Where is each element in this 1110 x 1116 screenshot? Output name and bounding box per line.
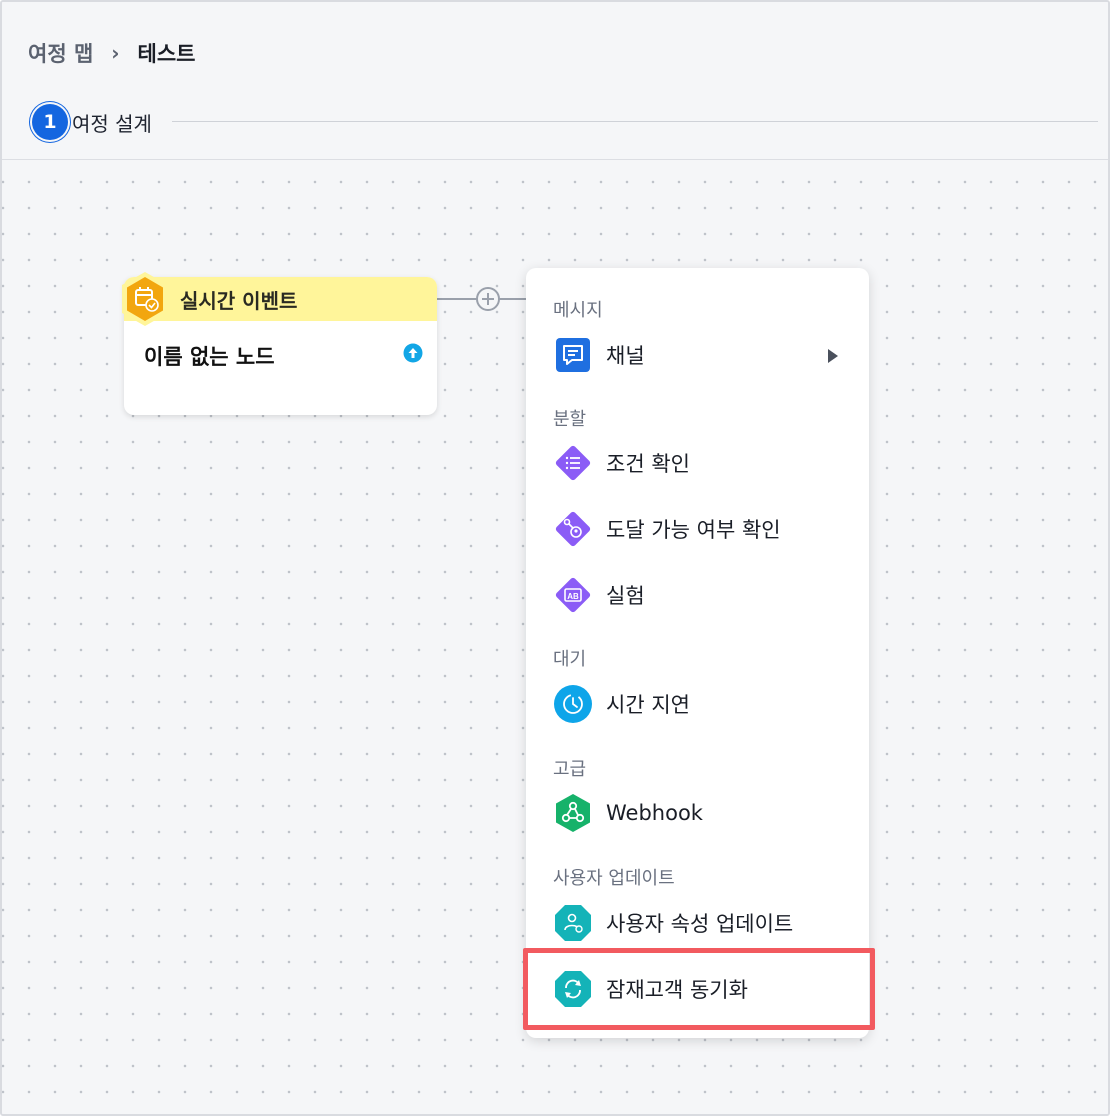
user-update-icon <box>555 905 591 941</box>
add-node-plus-icon[interactable] <box>475 286 501 312</box>
section-title-advanced: 고급 <box>553 759 587 780</box>
menu-item-label: 실험 <box>606 584 645 608</box>
node-name[interactable]: 이름 없는 노드 <box>144 341 275 371</box>
section-title-split: 분할 <box>553 409 587 430</box>
caret-right-icon <box>828 349 838 363</box>
menu-item-time-delay[interactable]: 시간 지연 <box>552 682 690 726</box>
menu-item-audience-sync[interactable]: 잠재고객 동기화 <box>552 967 748 1011</box>
webhook-icon <box>556 794 590 832</box>
section-title-user-update: 사용자 업데이트 <box>553 868 675 889</box>
step-divider <box>172 121 1098 122</box>
menu-item-label: 채널 <box>606 344 645 368</box>
svg-text:AB: AB <box>567 592 579 601</box>
menu-item-channel[interactable]: 채널 <box>552 333 842 377</box>
add-step-menu: 메시지 채널 분할 조건 확인 도달 가능 여부 확인 AB 실험 대기 시간 … <box>526 268 869 1038</box>
menu-item-label: 사용자 속성 업데이트 <box>606 912 794 936</box>
breadcrumb-parent-link[interactable]: 여정 맵 <box>28 38 93 68</box>
menu-item-label: 도달 가능 여부 확인 <box>606 518 781 542</box>
clock-icon <box>554 685 592 723</box>
menu-item-label: 조건 확인 <box>606 452 690 476</box>
section-title-message: 메시지 <box>553 300 603 321</box>
sync-icon <box>555 971 591 1007</box>
reachability-icon <box>555 511 591 547</box>
list-icon <box>555 445 591 481</box>
menu-item-label: 시간 지연 <box>606 693 690 717</box>
chat-icon <box>556 338 590 372</box>
step-label: 여정 설계 <box>72 111 152 136</box>
step-indicator[interactable]: 1 여정 설계 <box>32 104 152 140</box>
ab-test-icon: AB <box>555 577 591 613</box>
calendar-check-icon <box>122 272 168 326</box>
menu-item-reachability-check[interactable]: 도달 가능 여부 확인 <box>552 507 781 551</box>
app-frame: 여정 맵 › 테스트 1 여정 설계 실시간 이벤트 이름 없는 노드 메시지 … <box>0 0 1110 1116</box>
chevron-right-icon: › <box>111 41 120 65</box>
menu-item-update-user-attributes[interactable]: 사용자 속성 업데이트 <box>552 901 793 945</box>
section-title-wait: 대기 <box>553 649 587 670</box>
menu-item-webhook[interactable]: Webhook <box>552 791 703 835</box>
step-number-badge: 1 <box>32 104 68 140</box>
arrow-up-circle-icon[interactable] <box>403 343 423 363</box>
breadcrumb: 여정 맵 › 테스트 <box>28 38 196 68</box>
menu-item-label: 잠재고객 동기화 <box>606 978 748 1002</box>
menu-item-label: Webhook <box>606 801 703 825</box>
page-header: 여정 맵 › 테스트 1 여정 설계 <box>2 2 1108 160</box>
menu-item-experiment[interactable]: AB 실험 <box>552 573 645 617</box>
node-type-label: 실시간 이벤트 <box>180 288 298 313</box>
menu-item-check-condition[interactable]: 조건 확인 <box>552 441 690 485</box>
breadcrumb-current: 테스트 <box>137 42 196 66</box>
